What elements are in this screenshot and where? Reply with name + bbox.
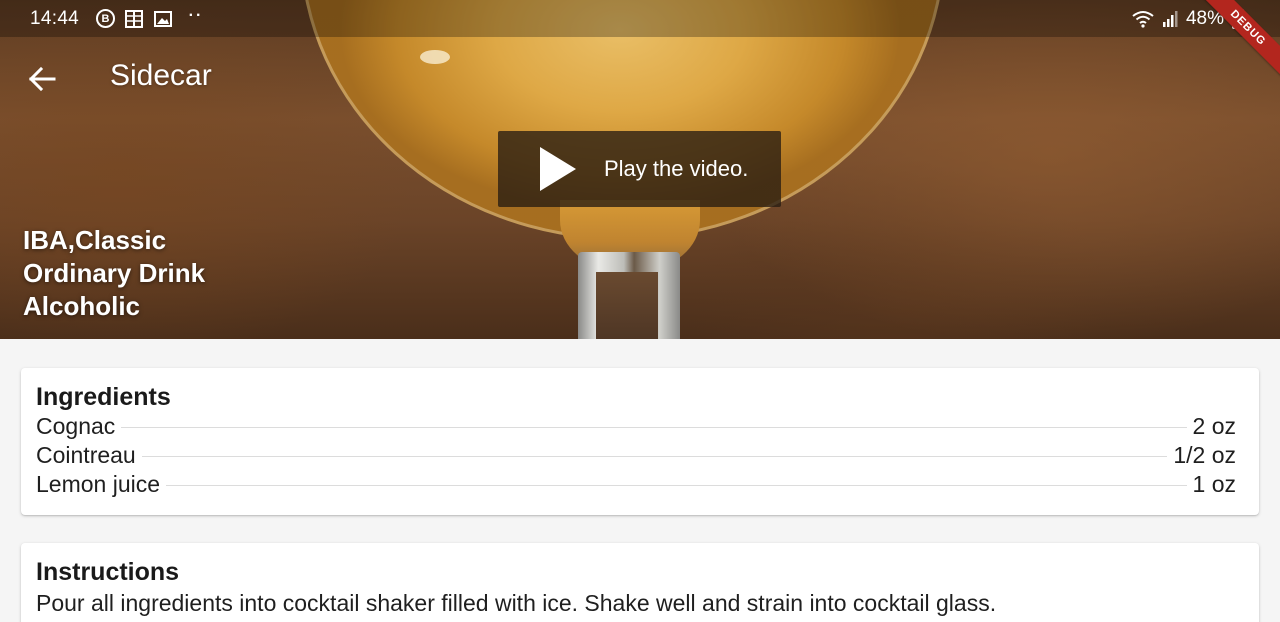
wifi-icon (1132, 11, 1154, 28)
ingredient-row: Lemon juice 1 oz (36, 470, 1236, 499)
grid-icon (124, 9, 144, 29)
glass-shine (420, 50, 450, 64)
back-button[interactable] (20, 57, 64, 101)
cocktail-glass-stem-inner (596, 272, 658, 339)
image-icon (153, 9, 173, 29)
page-title: Sidecar (110, 59, 212, 92)
ingredient-name: Cointreau (36, 442, 136, 468)
ingredient-name: Lemon juice (36, 471, 161, 497)
ingredient-measure: 1 oz (1192, 471, 1236, 497)
play-video-button[interactable]: Play the video. (498, 131, 781, 207)
ingredient-divider (121, 427, 1187, 428)
drink-tags: IBA,Classic Ordinary Drink Alcoholic (23, 224, 205, 323)
arrow-back-icon (28, 66, 56, 92)
more-dots-icon: ·· (188, 7, 204, 24)
drink-category: Ordinary Drink (23, 258, 206, 288)
alcoholic-label: Alcoholic (23, 291, 141, 321)
play-video-label: Play the video. (604, 156, 749, 181)
ingredient-row: Cognac 2 oz (36, 412, 1236, 441)
instructions-card: Instructions Pour all ingredients into c… (21, 543, 1259, 622)
tag-line: IBA,Classic (23, 225, 167, 255)
signal-icon (1162, 11, 1178, 27)
ingredient-row: Cointreau 1/2 oz (36, 441, 1236, 470)
ingredient-divider (166, 485, 1187, 486)
ingredient-divider (141, 456, 1168, 457)
instructions-text: Pour all ingredients into cocktail shake… (36, 590, 997, 616)
b-circle-icon: B (96, 9, 115, 28)
status-bar: 14:44 B ·· 48% (0, 0, 1280, 37)
ingredients-card: Ingredients Cognac 2 oz Cointreau 1/2 oz… (21, 368, 1259, 515)
ingredient-measure: 2 oz (1192, 413, 1236, 439)
ingredient-name: Cognac (36, 413, 116, 439)
instructions-heading: Instructions (36, 558, 180, 586)
status-time: 14:44 (30, 8, 80, 29)
ingredient-measure: 1/2 oz (1173, 442, 1236, 468)
ingredients-heading: Ingredients (36, 383, 171, 411)
play-icon (540, 147, 576, 191)
